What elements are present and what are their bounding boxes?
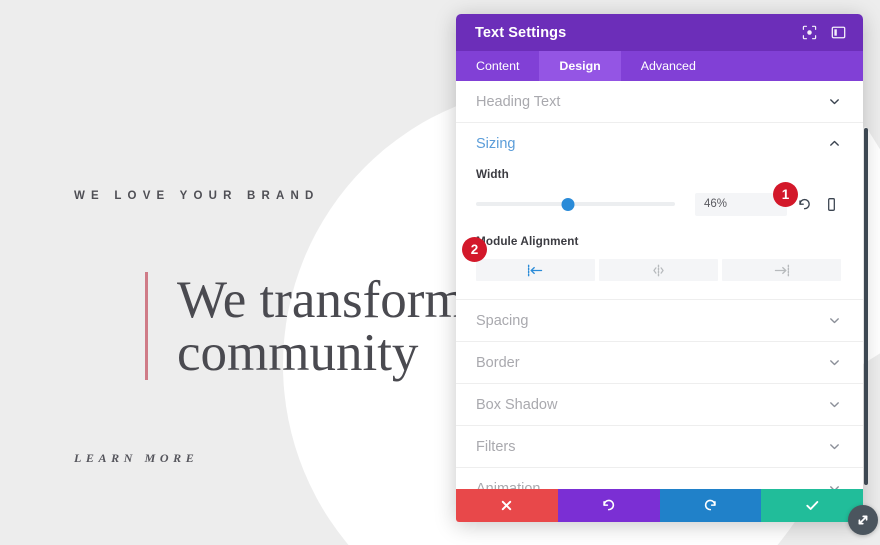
chevron-down-icon <box>828 398 841 411</box>
hero-heading-text: We transform community <box>177 272 466 380</box>
section-spacing[interactable]: Spacing <box>456 300 863 342</box>
chevron-down-icon <box>828 482 841 489</box>
hero-heading-block: We transform community <box>145 272 466 380</box>
modal-header: Text Settings <box>456 14 863 51</box>
section-border[interactable]: Border <box>456 342 863 384</box>
redo-button[interactable] <box>659 489 762 522</box>
section-sizing: Sizing Width 46% Module Alignment <box>456 123 863 300</box>
callout-badge-1: 1 <box>773 182 798 207</box>
hero-eyebrow-text: WE LOVE YOUR BRAND <box>74 190 320 202</box>
section-heading-text-label: Heading Text <box>476 93 561 110</box>
hero-learn-more-link[interactable]: LEARN MORE <box>74 451 198 466</box>
section-sizing-label: Sizing <box>476 135 516 152</box>
text-settings-modal: Text Settings Content Design Advanced He… <box>456 14 868 522</box>
tab-content[interactable]: Content <box>456 51 539 81</box>
section-box-shadow[interactable]: Box Shadow <box>456 384 863 426</box>
section-spacing-label: Spacing <box>476 312 529 329</box>
module-alignment-label: Module Alignment <box>476 235 579 248</box>
undo-button[interactable] <box>557 489 660 522</box>
align-right-button[interactable] <box>722 259 841 281</box>
hero-heading-line-1: We transform <box>177 271 466 329</box>
width-slider-handle[interactable] <box>561 197 575 211</box>
cancel-button[interactable] <box>456 489 558 522</box>
section-sizing-header[interactable]: Sizing <box>456 123 863 164</box>
modal-title: Text Settings <box>475 24 567 41</box>
chevron-down-icon <box>828 314 841 327</box>
modal-footer <box>456 489 863 522</box>
hero-heading-line-2: community <box>177 324 419 382</box>
tab-design[interactable]: Design <box>539 51 621 81</box>
tab-advanced[interactable]: Advanced <box>621 51 716 81</box>
mobile-device-icon[interactable] <box>821 194 841 214</box>
chevron-down-icon <box>828 95 841 108</box>
width-slider[interactable] <box>476 192 675 216</box>
section-box-shadow-label: Box Shadow <box>476 396 558 413</box>
align-center-button[interactable] <box>599 259 718 281</box>
module-alignment-options <box>476 259 841 281</box>
sizing-controls: Width 46% Module Alignment <box>456 164 863 299</box>
chevron-down-icon <box>828 440 841 453</box>
width-label: Width <box>476 168 509 181</box>
focus-target-icon[interactable] <box>798 22 820 44</box>
align-left-button[interactable] <box>476 259 595 281</box>
section-animation-label: Animation <box>476 480 541 490</box>
resize-handle[interactable] <box>848 505 878 535</box>
callout-badge-2: 2 <box>462 237 487 262</box>
panel-layout-icon[interactable] <box>827 22 849 44</box>
chevron-up-icon <box>828 137 841 150</box>
chevron-down-icon <box>828 356 841 369</box>
section-filters-label: Filters <box>476 438 516 455</box>
section-animation[interactable]: Animation <box>456 468 863 489</box>
section-heading-text[interactable]: Heading Text <box>456 81 863 123</box>
width-slider-track <box>476 202 675 206</box>
modal-scrollbar[interactable] <box>864 128 868 485</box>
modal-tabs: Content Design Advanced <box>456 51 863 81</box>
section-filters[interactable]: Filters <box>456 426 863 468</box>
modal-body: Heading Text Sizing Width 46% Module Ali… <box>456 81 863 489</box>
hero-accent-bar <box>145 272 148 380</box>
section-border-label: Border <box>476 354 520 371</box>
